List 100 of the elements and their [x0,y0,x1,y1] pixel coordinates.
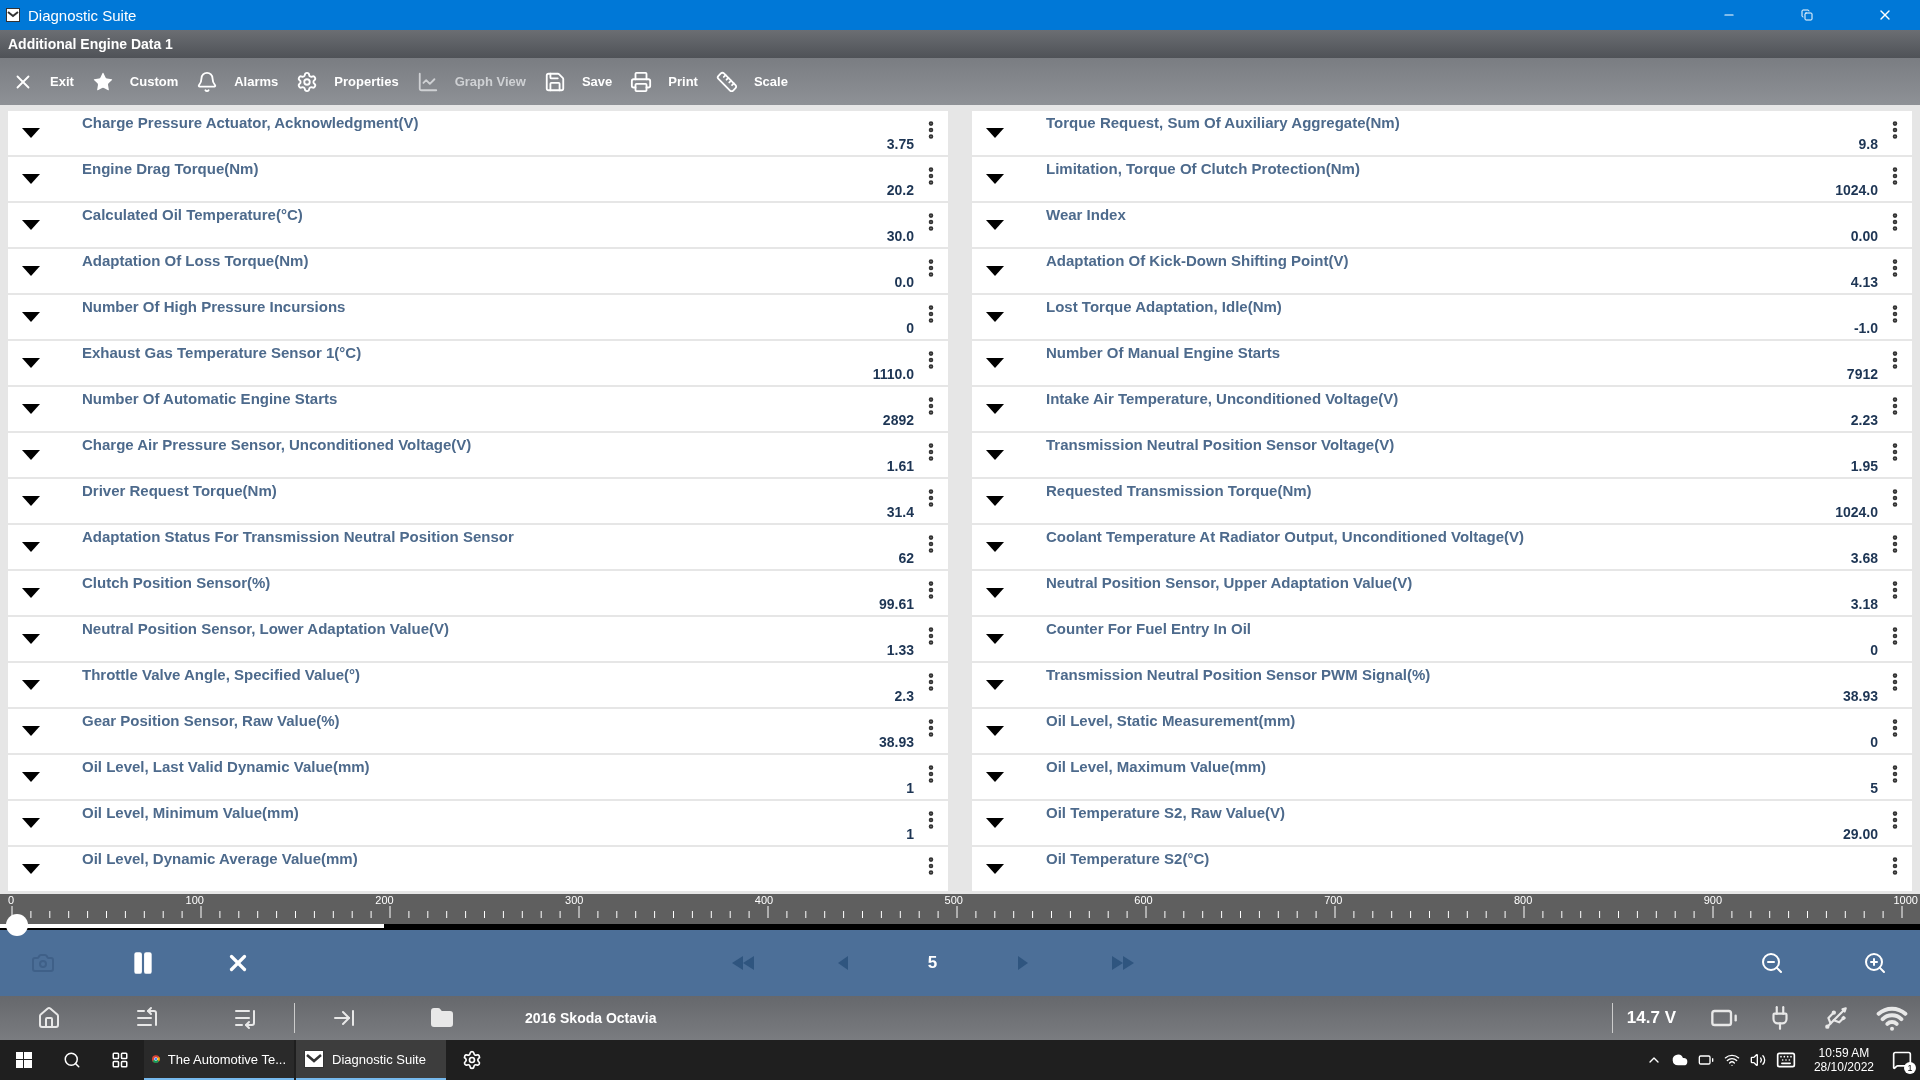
dropdown-arrow-icon[interactable] [986,772,1004,782]
toolbar-button[interactable]: Exit [10,70,86,93]
parameter-name: Gear Position Sensor, Raw Value(%) [82,712,341,729]
home-icon[interactable] [37,1006,61,1030]
toolbar-button[interactable]: Custom [89,70,191,93]
timeline-thumb[interactable] [6,914,28,936]
toolbar-button[interactable]: Print [628,70,710,93]
tick-label: 200 [375,894,394,906]
tick-label: 0 [8,894,15,906]
tick-label: 600 [1134,894,1153,906]
dropdown-arrow-icon[interactable] [22,680,40,690]
dropdown-arrow-icon[interactable] [22,174,40,184]
dropdown-arrow-icon[interactable] [22,818,40,828]
vehicle-name: 2016 Skoda Octavia [525,1010,658,1026]
wifi-icon[interactable] [1723,1052,1740,1068]
parameter-value: 1024.0 [1835,182,1878,198]
parameter-name: Oil Level, Maximum Value(mm) [1046,758,1268,775]
dropdown-arrow-icon[interactable] [986,542,1004,552]
parameter-name: Number Of Automatic Engine Starts [82,390,339,407]
parameter-value: 0 [906,320,914,336]
parameter-value: 2892 [882,412,914,428]
dropdown-arrow-icon[interactable] [22,726,40,736]
search-icon[interactable] [63,1051,81,1069]
dropdown-arrow-icon[interactable] [22,128,40,138]
parameter-name: Oil Temperature S2(°C) [1046,850,1211,867]
parameter-name: Adaptation Status For Transmission Neutral Position Sensor [82,528,515,545]
printer-icon [630,70,653,93]
settings-icon[interactable] [462,1050,482,1070]
dropdown-arrow-icon[interactable] [986,864,1004,874]
toolbar-button[interactable]: Scale [713,70,800,93]
zoom-in-icon[interactable] [1863,951,1887,975]
screen-title: Additional Engine Data 1 [8,36,173,52]
dropdown-arrow-icon[interactable] [986,450,1004,460]
ruler-icon [715,70,738,93]
dropdown-arrow-icon[interactable] [986,404,1004,414]
parameter-name: Neutral Position Sensor, Lower Adaptation Value(V) [82,620,450,637]
tick-label: 900 [1703,894,1722,906]
parameter-value: 5 [1870,780,1878,796]
parameter-value: 99.61 [878,596,914,612]
battery-icon[interactable] [1697,1052,1714,1068]
start-icon[interactable] [16,1052,32,1068]
task-view-icon[interactable] [111,1051,129,1069]
dropdown-arrow-icon[interactable] [986,588,1004,598]
app-icon [6,8,20,22]
notification-icon[interactable] [1892,1050,1912,1070]
parameter-value: 62 [898,550,914,566]
parameter-name: Number Of Manual Engine Starts [1046,344,1282,361]
dropdown-arrow-icon[interactable] [22,588,40,598]
folder-icon[interactable] [430,1006,454,1030]
parameter-value: 1 [906,780,914,796]
keyboard-icon[interactable] [1775,1050,1796,1070]
line-chart-icon [416,70,439,93]
taskbar-app[interactable]: The Automotive Te... [144,1040,294,1080]
timeline-track[interactable] [0,924,1920,930]
toolbar-button[interactable]: Alarms [194,70,291,93]
parameter-value: 0 [1870,642,1878,658]
volume-icon[interactable] [1749,1052,1766,1068]
dropdown-arrow-icon[interactable] [986,726,1004,736]
dropdown-arrow-icon[interactable] [22,450,40,460]
dropdown-arrow-icon[interactable] [22,266,40,276]
dropdown-arrow-icon[interactable] [986,174,1004,184]
toolbar-button[interactable]: Properties [294,70,411,93]
zoom-out-icon[interactable] [1760,951,1784,975]
dropdown-arrow-icon[interactable] [22,312,40,322]
dropdown-arrow-icon[interactable] [986,818,1004,828]
dropdown-arrow-icon[interactable] [22,864,40,874]
parameter-value: 1.95 [1850,458,1878,474]
parameter-value: 20.2 [886,182,914,198]
dropdown-arrow-icon[interactable] [22,220,40,230]
parameter-name: Adaptation Of Loss Torque(Nm) [82,252,310,269]
parameter-name: Oil Level, Dynamic Average Value(mm) [82,850,359,867]
dropdown-arrow-icon[interactable] [22,772,40,782]
dropdown-arrow-icon[interactable] [986,634,1004,644]
dropdown-arrow-icon[interactable] [986,312,1004,322]
parameter-name: Lost Torque Adaptation, Idle(Nm) [1046,298,1283,315]
dropdown-arrow-icon[interactable] [22,634,40,644]
restore-icon[interactable] [1801,9,1813,21]
tick-label: 700 [1324,894,1343,906]
parameter-value: 3.18 [1850,596,1878,612]
parameter-value: 9.8 [1858,136,1878,152]
taskbar-app[interactable]: Diagnostic Suite [296,1040,446,1080]
dropdown-arrow-icon[interactable] [22,496,40,506]
dropdown-arrow-icon[interactable] [22,542,40,552]
parameter-value: 1.33 [886,642,914,658]
dropdown-arrow-icon[interactable] [986,220,1004,230]
dropdown-arrow-icon[interactable] [22,358,40,368]
parameter-name: Limitation, Torque Of Clutch Protection(Nm) [1046,160,1361,177]
dropdown-arrow-icon[interactable] [986,680,1004,690]
dropdown-arrow-icon[interactable] [986,128,1004,138]
dropdown-arrow-icon[interactable] [986,266,1004,276]
dropdown-arrow-icon[interactable] [22,404,40,414]
toolbar-button[interactable]: Save [541,70,625,93]
usb-icon[interactable] [1823,1005,1849,1031]
app-icon [304,1050,324,1068]
parameter-value: -1.0 [1853,320,1878,336]
parameter-value: 0.00 [1850,228,1878,244]
dropdown-arrow-icon[interactable] [986,496,1004,506]
parameter-name: Exhaust Gas Temperature Sensor 1(°C) [82,344,363,361]
cloud-icon[interactable] [1671,1052,1688,1068]
dropdown-arrow-icon[interactable] [986,358,1004,368]
